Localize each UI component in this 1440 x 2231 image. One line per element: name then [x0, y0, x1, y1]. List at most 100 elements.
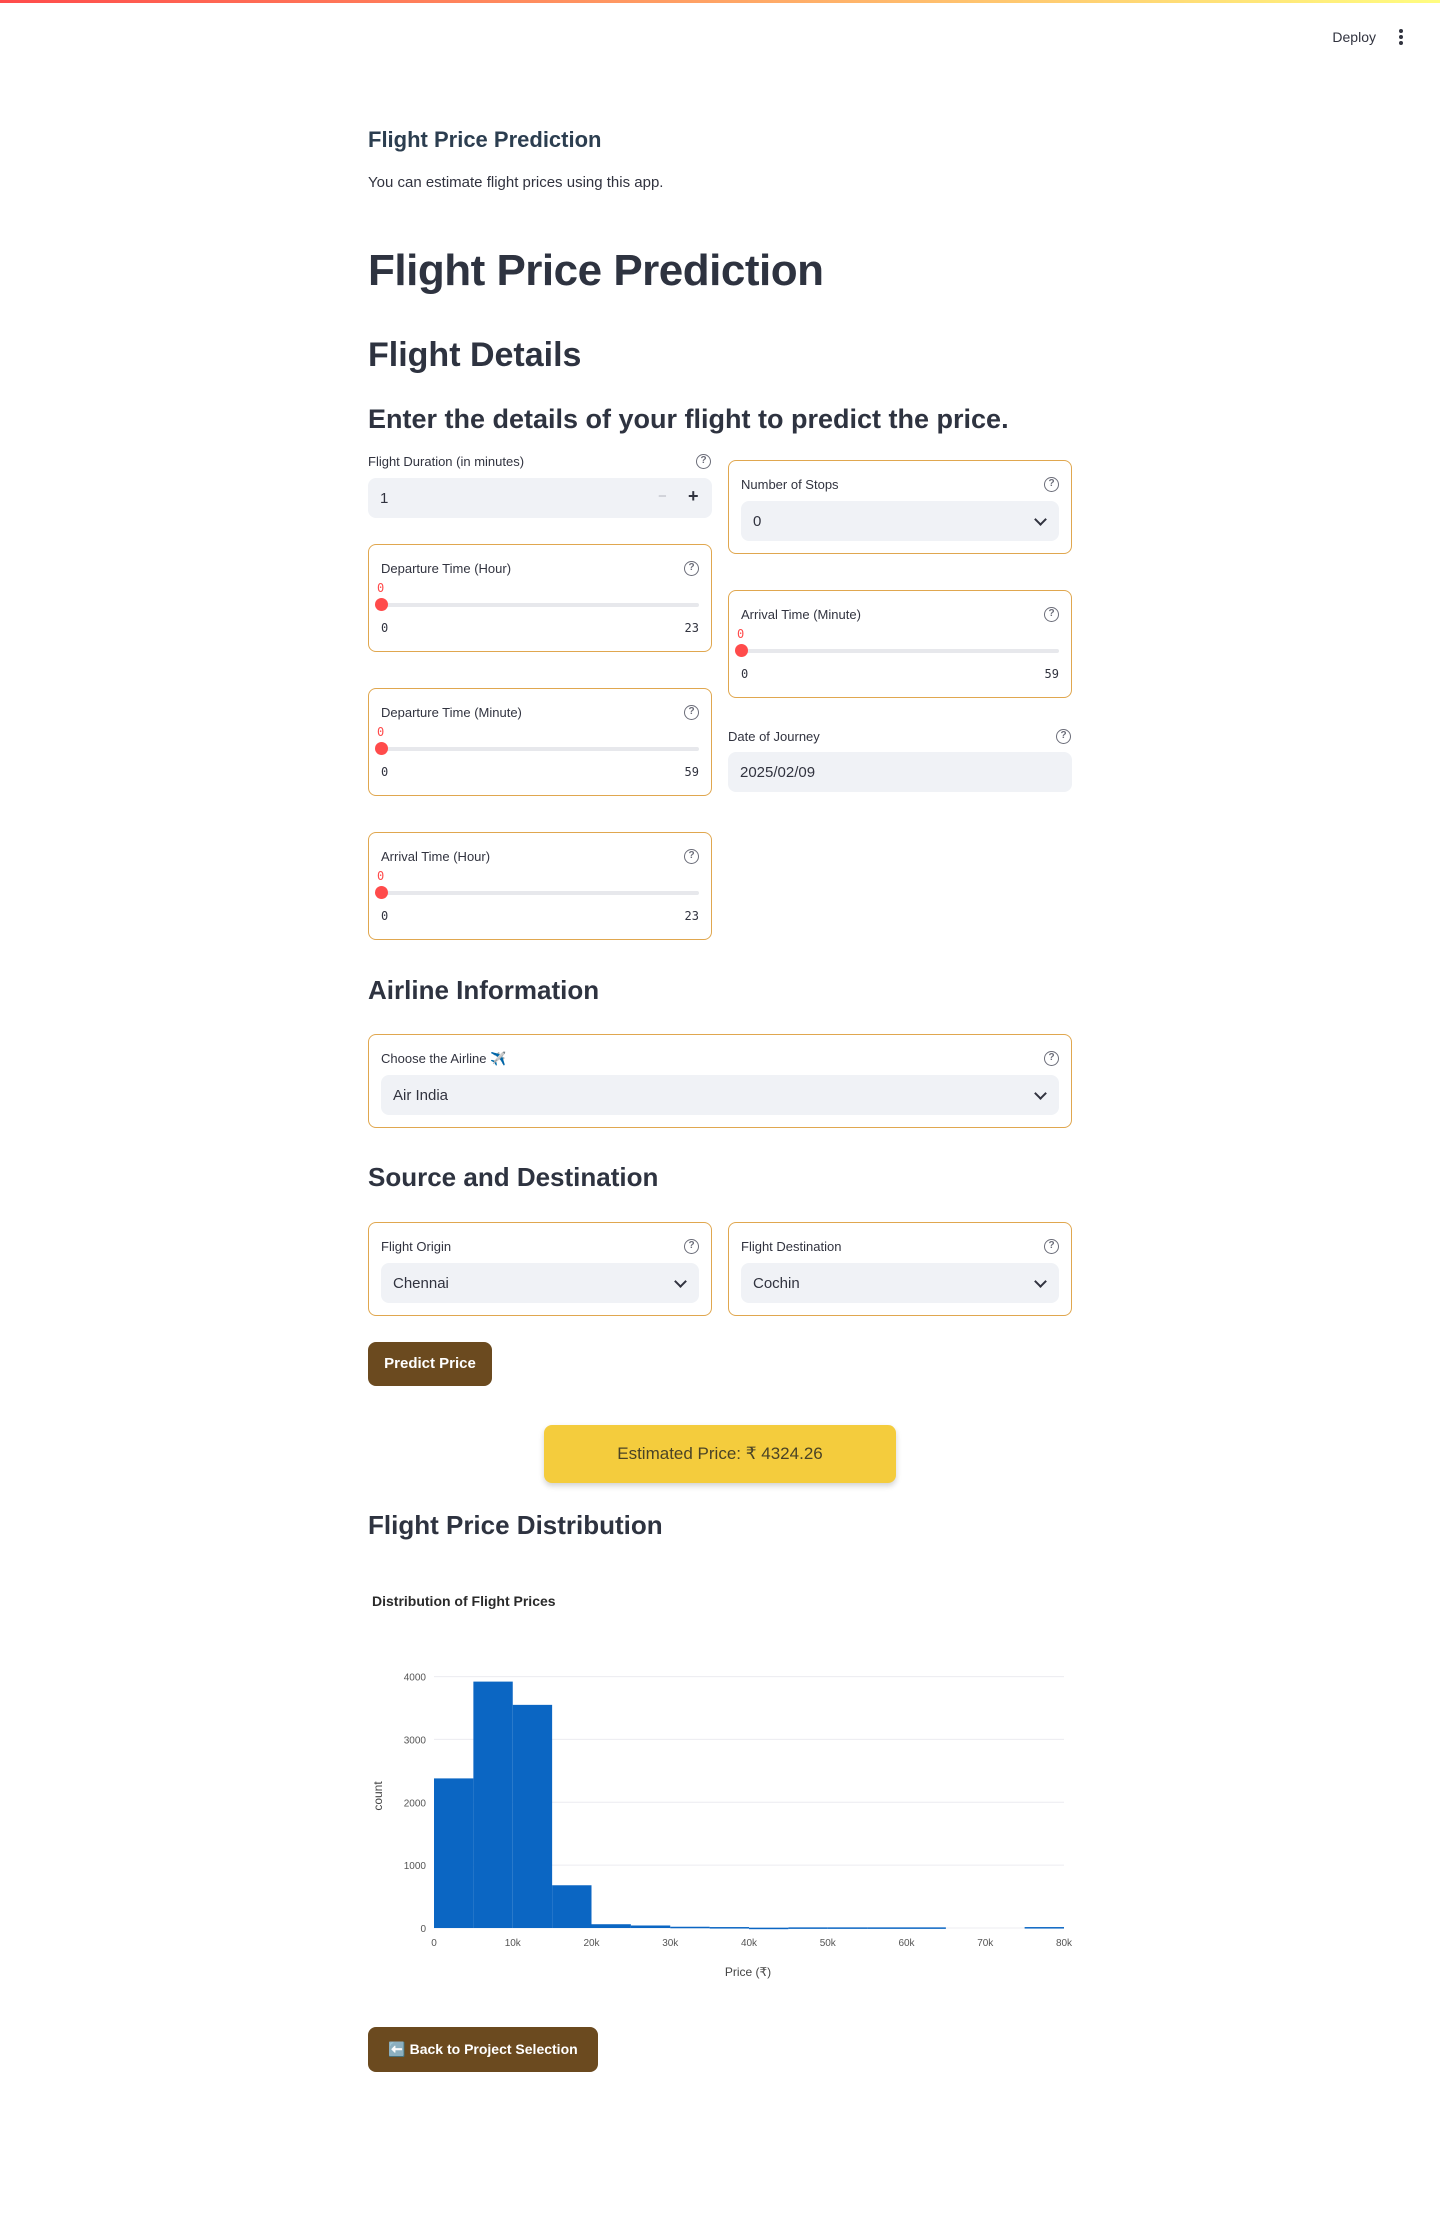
help-icon[interactable]: ? — [684, 1239, 699, 1254]
histogram-bar[interactable] — [749, 1927, 789, 1930]
dep-hour-max: 23 — [684, 621, 699, 635]
arr-hour-current: 0 — [377, 869, 385, 883]
dep-hour-thumb[interactable] — [375, 598, 388, 611]
destination-value: Cochin — [753, 1275, 800, 1292]
histogram-bar[interactable] — [473, 1681, 513, 1928]
histogram-bar[interactable] — [906, 1927, 946, 1929]
x-tick-label: 30k — [662, 1938, 679, 1949]
arr-minute-track[interactable] — [741, 649, 1059, 653]
date-input[interactable]: 2025/02/09 — [728, 752, 1072, 792]
dep-minute-label: Departure Time (Minute) — [381, 705, 522, 720]
help-icon[interactable]: ? — [684, 705, 699, 720]
help-icon[interactable]: ? — [684, 561, 699, 576]
x-axis-label: Price (₹) — [725, 1965, 771, 1979]
stops-label: Number of Stops — [741, 477, 839, 492]
y-tick-label: 0 — [420, 1924, 426, 1935]
arr-hour-card: Arrival Time (Hour) ? 0 0 23 — [368, 832, 712, 940]
help-icon[interactable]: ? — [1044, 1051, 1059, 1066]
date-value: 2025/02/09 — [740, 764, 816, 781]
origin-select[interactable]: Chennai — [381, 1263, 699, 1303]
distribution-heading: Flight Price Distribution — [368, 1510, 663, 1540]
help-icon[interactable]: ? — [1056, 729, 1071, 744]
chart-title: Distribution of Flight Prices — [372, 1593, 556, 1609]
price-histogram-chart: Distribution of Flight Prices 0 1000 2000 3… — [371, 1593, 1072, 1979]
chart-bars — [434, 1681, 1064, 1930]
airline-select[interactable]: Air India — [381, 1075, 1059, 1115]
estimated-price-banner: Estimated Price: ₹ 4324.26 — [544, 1425, 896, 1483]
histogram-bar[interactable] — [434, 1778, 474, 1928]
arr-hour-track[interactable] — [381, 891, 699, 895]
histogram-bar[interactable] — [670, 1926, 710, 1929]
flight-details-heading: Flight Details — [368, 336, 582, 374]
app-title: Flight Price Prediction — [368, 127, 602, 152]
help-icon[interactable]: ? — [1044, 477, 1059, 492]
arr-hour-label: Arrival Time (Hour) — [381, 849, 491, 864]
increment-button[interactable]: + — [688, 486, 699, 507]
help-icon[interactable]: ? — [1044, 607, 1059, 622]
y-tick-label: 1000 — [404, 1861, 427, 1872]
chevron-down-icon — [1034, 1275, 1047, 1288]
deploy-button[interactable]: Deploy — [1332, 29, 1376, 45]
histogram-bar[interactable] — [827, 1927, 868, 1929]
x-tick-label: 20k — [583, 1938, 600, 1949]
airline-heading: Airline Information — [368, 975, 600, 1005]
histogram-bar[interactable] — [1024, 1927, 1064, 1929]
x-tick-label: 0 — [431, 1938, 437, 1949]
dep-minute-max: 59 — [684, 765, 699, 779]
arr-minute-label: Arrival Time (Minute) — [741, 607, 861, 622]
y-tick-label: 2000 — [404, 1798, 427, 1809]
histogram-bar[interactable] — [867, 1927, 907, 1929]
arr-hour-max: 23 — [684, 909, 699, 923]
destination-label: Flight Destination — [741, 1239, 842, 1254]
back-to-project-selection-button[interactable]: ⬅️ Back to Project Selection — [368, 2027, 598, 2072]
x-tick-label: 70k — [977, 1938, 994, 1949]
airline-card: Choose the Airline ✈️ ? Air India — [368, 1034, 1072, 1128]
app-caption: You can estimate flight prices using thi… — [368, 174, 664, 191]
x-tick-label: 40k — [741, 1938, 758, 1949]
dep-minute-track[interactable] — [381, 747, 699, 751]
stops-select[interactable]: 0 — [741, 501, 1059, 541]
y-tick-label: 3000 — [404, 1735, 427, 1746]
decrement-button[interactable]: − — [658, 488, 667, 505]
dep-hour-card: Departure Time (Hour) ? 0 0 23 — [368, 544, 712, 652]
duration-input[interactable]: 1 − + — [368, 478, 712, 518]
help-icon[interactable]: ? — [684, 849, 699, 864]
stops-card: Number of Stops ? 0 — [728, 460, 1072, 554]
arr-minute-card: Arrival Time (Minute) ? 0 0 59 — [728, 590, 1072, 698]
dep-hour-current: 0 — [377, 581, 385, 595]
destination-select[interactable]: Cochin — [741, 1263, 1059, 1303]
dep-hour-track[interactable] — [381, 603, 699, 607]
stops-value: 0 — [753, 513, 762, 530]
dep-minute-thumb[interactable] — [375, 742, 388, 755]
origin-label: Flight Origin — [381, 1239, 452, 1254]
arr-minute-current: 0 — [737, 627, 745, 641]
histogram-bar[interactable] — [788, 1927, 828, 1929]
kebab-menu-icon[interactable] — [1396, 27, 1406, 47]
predict-price-button[interactable]: Predict Price — [368, 1342, 492, 1386]
app-header: Deploy — [0, 3, 1440, 67]
histogram-bar[interactable] — [630, 1925, 671, 1928]
histogram-bar[interactable] — [552, 1885, 592, 1928]
date-label: Date of Journey — [728, 729, 820, 744]
help-icon[interactable]: ? — [1044, 1239, 1059, 1254]
airline-value: Air India — [393, 1087, 449, 1104]
destination-card: Flight Destination ? Cochin — [728, 1222, 1072, 1316]
airline-label: Choose the Airline ✈️ — [381, 1051, 507, 1066]
x-tick-label: 60k — [898, 1938, 915, 1949]
histogram-bar[interactable] — [709, 1927, 749, 1929]
dep-hour-min: 0 — [381, 621, 389, 635]
arr-minute-thumb[interactable] — [735, 644, 748, 657]
x-tick-label: 80k — [1056, 1938, 1072, 1949]
arr-hour-thumb[interactable] — [375, 886, 388, 899]
histogram-bar[interactable] — [591, 1924, 631, 1928]
instruction-heading: Enter the details of your flight to pred… — [368, 404, 1009, 434]
dep-hour-label: Departure Time (Hour) — [381, 561, 512, 576]
duration-label: Flight Duration (in minutes) — [368, 454, 525, 469]
dep-minute-card: Departure Time (Minute) ? 0 0 59 — [368, 688, 712, 796]
help-icon[interactable]: ? — [696, 454, 711, 469]
chart-y-ticks: 0 1000 2000 3000 4000 — [404, 1673, 427, 1935]
histogram-bar[interactable] — [512, 1704, 553, 1928]
duration-value: 1 — [380, 490, 389, 507]
route-heading: Source and Destination — [368, 1162, 659, 1192]
arr-hour-min: 0 — [381, 909, 389, 923]
